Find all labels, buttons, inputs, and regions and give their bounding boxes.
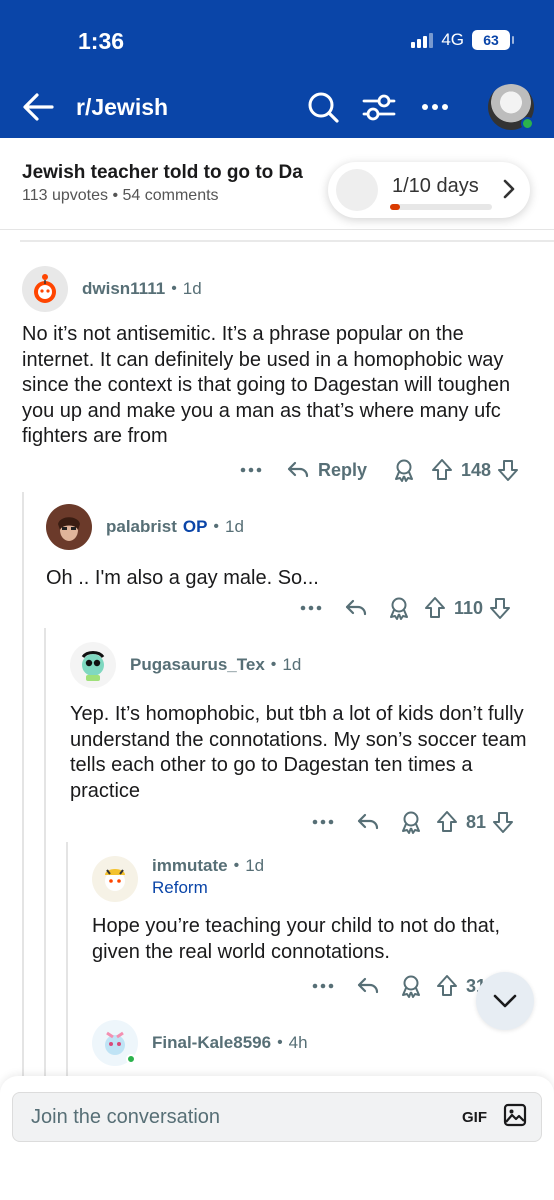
comment-actions: Reply 148 bbox=[240, 458, 519, 482]
vote-score: 110 bbox=[454, 597, 484, 618]
downvote-icon[interactable] bbox=[497, 458, 519, 482]
status-indicators: 4G 63 bbox=[411, 30, 514, 50]
comment-actions: 31 bbox=[312, 974, 486, 998]
reply-icon[interactable] bbox=[356, 811, 380, 833]
award-icon[interactable] bbox=[400, 810, 422, 834]
comment-body: No it’s not antisemitic. It’s a phrase p… bbox=[22, 323, 511, 447]
comment[interactable]: dwisn1111 • 1d No it’s not antisemitic. … bbox=[22, 266, 534, 450]
comment[interactable]: palabrist OP • 1d Oh .. I'm also a gay m… bbox=[46, 504, 536, 592]
op-badge: OP bbox=[182, 517, 208, 536]
signal-icon bbox=[411, 32, 434, 48]
divider bbox=[20, 240, 554, 242]
streak-progress-bar bbox=[390, 204, 492, 210]
online-status-indicator bbox=[126, 1054, 136, 1064]
user-avatar[interactable] bbox=[488, 84, 534, 130]
comment[interactable]: immutate • 1d Reform Hope you’re teachin… bbox=[92, 856, 536, 965]
comment-composer: GIF bbox=[0, 1076, 554, 1200]
vote-score: 148 bbox=[461, 459, 492, 480]
post-title[interactable]: Jewish teacher told to go to Da bbox=[22, 162, 342, 184]
reply-icon[interactable] bbox=[356, 975, 380, 997]
thread-line bbox=[22, 492, 24, 1076]
vote-score: 81 bbox=[466, 811, 487, 832]
back-arrow-icon[interactable] bbox=[22, 92, 54, 127]
upvote-icon[interactable] bbox=[436, 810, 458, 834]
streak-progress-fill bbox=[390, 204, 401, 210]
join-conversation-input[interactable] bbox=[13, 1105, 462, 1129]
reply-icon[interactable] bbox=[344, 597, 368, 619]
battery-icon: 63 bbox=[472, 30, 514, 50]
post-comment-count: 54 comments bbox=[122, 187, 219, 204]
comment[interactable]: Final-Kale8596 • 4h bbox=[92, 1020, 452, 1066]
comment-actions: 110 bbox=[300, 596, 511, 620]
search-icon[interactable] bbox=[306, 90, 340, 129]
post-upvotes: 113 upvotes bbox=[22, 187, 108, 204]
more-options-icon[interactable] bbox=[312, 817, 334, 827]
comment-username[interactable]: Pugasaurus_Tex bbox=[130, 655, 265, 675]
award-icon[interactable] bbox=[400, 974, 422, 998]
comment-username[interactable]: dwisn1111 bbox=[82, 279, 165, 299]
more-options-icon[interactable] bbox=[312, 981, 334, 991]
comment-body: Yep. It’s homophobic, but tbh a lot of k… bbox=[70, 703, 527, 802]
next-comment-button[interactable] bbox=[476, 972, 534, 1030]
thread-line bbox=[44, 628, 46, 1076]
comment-input-box[interactable]: GIF bbox=[12, 1092, 542, 1142]
comment[interactable]: Pugasaurus_Tex • 1d Yep. It’s homophobic… bbox=[70, 642, 536, 804]
streak-progress-pill[interactable]: 1/10 days bbox=[328, 162, 530, 218]
subreddit-name[interactable]: r/Jewish bbox=[76, 94, 168, 121]
reply-button[interactable]: Reply bbox=[286, 459, 367, 481]
downvote-icon[interactable] bbox=[492, 810, 514, 834]
commenter-avatar[interactable] bbox=[92, 856, 138, 902]
downvote-icon[interactable] bbox=[489, 596, 511, 620]
commenter-avatar[interactable] bbox=[70, 642, 116, 688]
commenter-avatar[interactable] bbox=[22, 266, 68, 312]
gif-button[interactable]: GIF bbox=[462, 1109, 487, 1126]
more-options-icon[interactable] bbox=[240, 465, 262, 475]
comment-actions: 81 bbox=[312, 810, 514, 834]
status-time: 1:36 bbox=[78, 28, 125, 54]
upvote-icon[interactable] bbox=[431, 458, 453, 482]
user-flair: Reform bbox=[152, 878, 208, 897]
comment-time: 4h bbox=[288, 1033, 308, 1052]
more-options-icon[interactable] bbox=[420, 92, 450, 127]
reply-icon bbox=[287, 461, 309, 478]
chevron-right-icon bbox=[502, 178, 516, 205]
online-status-indicator bbox=[521, 117, 534, 130]
comment-time: 1d bbox=[182, 279, 202, 298]
streak-label: 1/10 days bbox=[392, 175, 479, 197]
nav-bar: r/Jewish bbox=[0, 78, 554, 136]
commenter-avatar[interactable] bbox=[46, 504, 92, 550]
network-type: 4G bbox=[441, 30, 464, 49]
battery-level: 63 bbox=[483, 32, 499, 48]
comment-username[interactable]: immutate bbox=[152, 856, 228, 876]
comment-body: Oh .. I'm also a gay male. So... bbox=[46, 567, 319, 589]
award-icon[interactable] bbox=[393, 458, 415, 482]
chevron-down-icon bbox=[493, 994, 517, 1008]
app-header: 1:36 4G 63 r/Jewish bbox=[0, 0, 554, 138]
post-meta: 113 upvotes • 54 comments bbox=[22, 187, 219, 204]
comment-username[interactable]: palabrist bbox=[106, 517, 177, 537]
commenter-avatar[interactable] bbox=[92, 1020, 138, 1066]
comment-time: 1d bbox=[282, 655, 302, 674]
upvote-icon[interactable] bbox=[436, 974, 458, 998]
image-icon[interactable] bbox=[503, 1103, 527, 1132]
comment-username[interactable]: Final-Kale8596 bbox=[152, 1033, 271, 1053]
filter-icon[interactable] bbox=[362, 92, 396, 129]
thread-line bbox=[66, 842, 68, 1076]
award-icon[interactable] bbox=[388, 596, 410, 620]
streak-avatar bbox=[336, 169, 378, 211]
comment-time: 1d bbox=[245, 856, 265, 875]
comment-time: 1d bbox=[225, 517, 244, 536]
upvote-icon[interactable] bbox=[424, 596, 446, 620]
more-options-icon[interactable] bbox=[300, 603, 322, 613]
reply-label: Reply bbox=[318, 459, 368, 480]
comment-body: Hope you’re teaching your child to not d… bbox=[92, 915, 501, 963]
